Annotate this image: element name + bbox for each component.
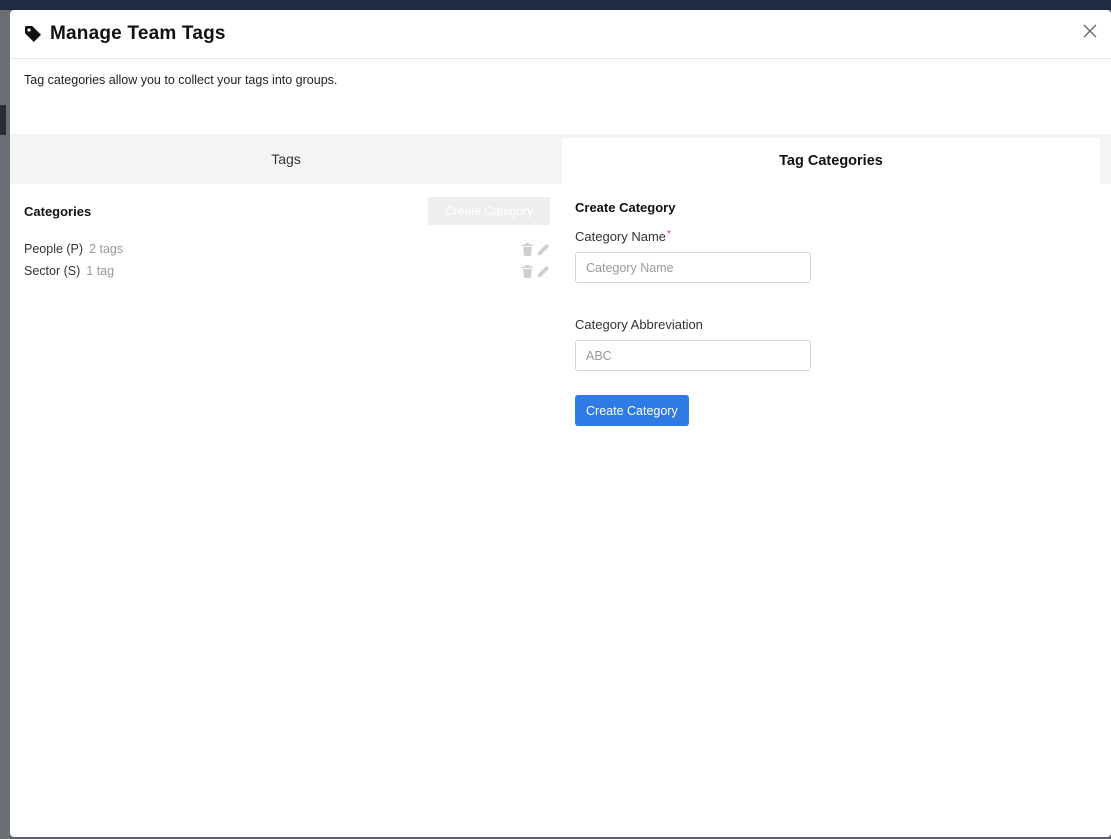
tag-icon [24, 25, 42, 43]
category-tag-count: 2 tags [89, 242, 124, 256]
modal-title: Manage Team Tags [50, 23, 226, 44]
close-icon[interactable] [1083, 24, 1097, 43]
tab-tags[interactable]: Tags [10, 134, 562, 184]
category-name-label-text: Category Name [575, 229, 667, 244]
form-spacer [575, 283, 1095, 303]
tab-bar: Tags Tag Categories [10, 134, 1111, 184]
trash-icon[interactable] [522, 264, 533, 278]
list-item: People (P) 2 tags [24, 238, 550, 260]
trash-icon[interactable] [522, 242, 533, 256]
categories-panel: Categories Create Category People (P) 2 t… [24, 196, 550, 282]
modal-description: Tag categories allow you to collect your… [24, 73, 338, 87]
category-entry: People (P) 2 tags [24, 242, 123, 256]
row-actions [522, 242, 550, 256]
manage-team-tags-modal: Manage Team Tags Tag categories allow yo… [10, 10, 1111, 837]
category-name-input[interactable] [575, 252, 811, 283]
required-indicator: * [667, 229, 671, 240]
create-category-button[interactable]: Create Category [575, 395, 689, 426]
modal-header: Manage Team Tags [10, 10, 1111, 59]
create-category-form: Create Category Category Name* Category … [575, 200, 1095, 426]
category-abbreviation-label: Category Abbreviation [575, 317, 703, 332]
category-name: People (P) [24, 242, 84, 256]
categories-title: Categories [24, 203, 92, 219]
categories-header: Categories Create Category [24, 196, 550, 226]
create-category-button-disabled[interactable]: Create Category [428, 197, 550, 225]
background-app-strip [0, 105, 6, 135]
create-category-title: Create Category [575, 200, 676, 215]
tab-tag-categories[interactable]: Tag Categories [562, 138, 1100, 184]
list-item: Sector (S) 1 tag [24, 260, 550, 282]
background-app-topbar [0, 0, 1111, 10]
category-entry: Sector (S) 1 tag [24, 264, 114, 278]
row-actions [522, 264, 550, 278]
pencil-icon[interactable] [537, 243, 550, 256]
background-app-sidebar [0, 10, 10, 839]
modal-title-wrap: Manage Team Tags [24, 23, 226, 45]
category-abbreviation-input[interactable] [575, 340, 811, 371]
pencil-icon[interactable] [537, 265, 550, 278]
category-name: Sector (S) [24, 264, 81, 278]
category-tag-count: 1 tag [86, 264, 115, 278]
category-name-label: Category Name* [575, 229, 1095, 244]
category-list: People (P) 2 tags Sector (S) 1 tag [24, 238, 550, 282]
close-button[interactable] [1079, 22, 1101, 44]
